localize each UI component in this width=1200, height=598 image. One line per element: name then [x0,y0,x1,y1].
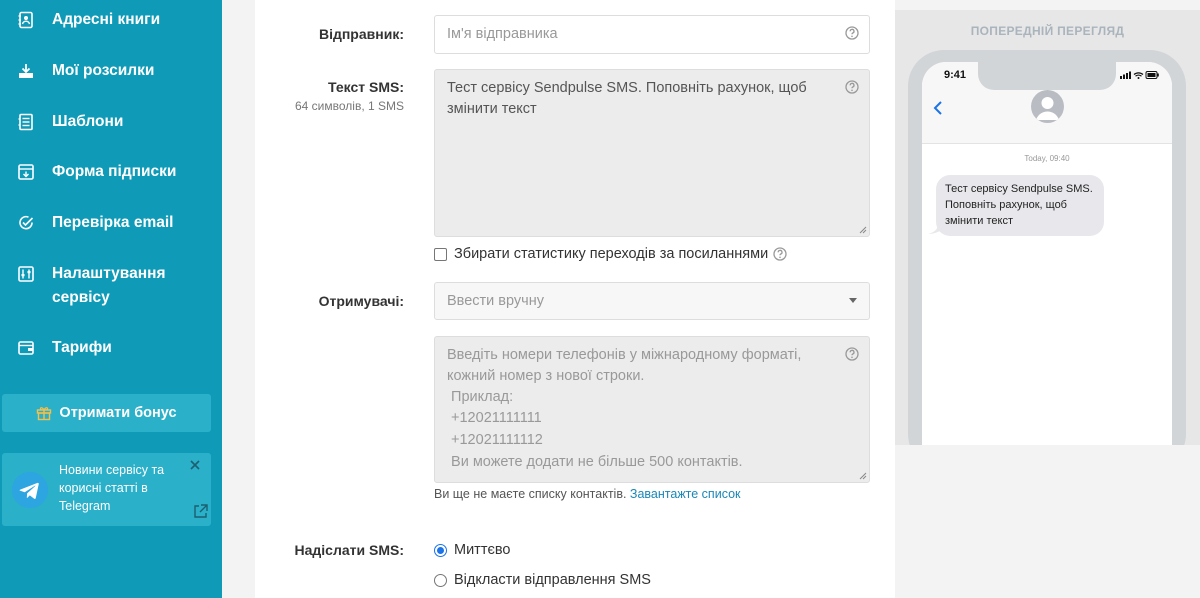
phone-frame: 9:41 Today, 09:40 Тест сервісу Sendpulse… [908,50,1186,445]
sidebar-item-label: Форма підписки [52,163,177,180]
sender-label: Відправник: [318,26,404,42]
no-contacts-hint: Ви ще не маєте списку контактів. Заванта… [434,487,741,501]
settings-sliders-icon [17,265,35,283]
help-icon[interactable] [773,247,787,261]
resize-handle-icon[interactable] [859,226,867,234]
message-bubble: Тест сервісу Sendpulse SMS. Поповніть ра… [936,175,1104,236]
help-icon[interactable] [845,26,859,40]
phone-screen: 9:41 Today, 09:40 Тест сервісу Sendpulse… [922,62,1172,445]
recipients-select-value: Ввести вручну [447,293,544,309]
subscription-form-icon [17,163,35,181]
sidebar-item-label: Шаблони [52,113,124,130]
send-later-label: Відкласти відправлення SMS [454,572,651,588]
phones-placeholder-line: Ви можете додати не більше 500 контактів… [447,454,743,470]
message-timestamp: Today, 09:40 [1024,154,1070,163]
telegram-promo-text: Новини сервісу та корисні статті в Teleg… [59,463,165,513]
campaigns-icon [17,62,35,80]
phones-placeholder-line: Введіть номери телефонів у міжнародному … [447,347,802,363]
sms-text-label: Текст SMS: [328,79,404,95]
sms-text-area[interactable]: Тест сервісу Sendpulse SMS. Поповніть ра… [434,69,870,237]
get-bonus-label: Отримати бонус [59,405,177,421]
sidebar-item-label: Адресні книги [52,11,161,28]
recipients-label: Отримувачі: [318,293,404,309]
send-later-radio[interactable] [434,573,447,587]
sms-text-value: Тест сервісу Sendpulse SMS. Поповніть ра… [447,80,807,117]
help-icon[interactable] [845,80,859,94]
get-bonus-button[interactable]: Отримати бонус [2,394,211,432]
phones-placeholder-line: Приклад: [447,389,514,405]
phone-numbers-textarea[interactable]: Введіть номери телефонів у міжнародному … [434,336,870,483]
sidebar-item-label: Налаштування сервісу [52,265,166,306]
help-icon[interactable] [845,347,859,361]
external-link-icon[interactable] [192,503,209,520]
send-now-radio[interactable] [434,543,447,557]
track-links-label: Збирати статистику переходів за посиланн… [454,246,769,262]
phone-notch [978,62,1116,90]
phones-placeholder-line: кожний номер з нової строки. [447,368,645,384]
send-now-label: Миттєво [454,542,511,558]
sidebar-item-label: Перевірка email [52,214,174,231]
sms-counter: 64 символів, 1 SMS [294,99,404,113]
no-contacts-text: Ви ще не маєте списку контактів. [434,487,627,501]
templates-icon [17,113,35,131]
sidebar-item-label: Тарифи [52,339,112,356]
back-chevron-icon[interactable] [932,100,944,116]
sidebar: Адресні книги Мої розсилки Шаблони Форма… [0,0,222,598]
sender-input[interactable]: Ім'я відправника [434,15,870,54]
track-links-checkbox-row[interactable]: Збирати статистику переходів за посиланн… [434,246,787,262]
preview-title: ПОПЕРЕДНІЙ ПЕРЕГЛЯД [970,24,1125,38]
send-now-option[interactable]: Миттєво [434,542,510,558]
sms-preview-panel: ПОПЕРЕДНІЙ ПЕРЕГЛЯД 9:41 Today, 09:40 Те… [895,10,1200,445]
wallet-icon [17,339,35,357]
phone-time: 9:41 [944,69,967,81]
phones-placeholder-line: +12021111111 [447,410,542,426]
email-check-icon [17,214,35,232]
sender-placeholder: Ім'я відправника [447,26,558,42]
resize-handle-icon[interactable] [859,472,867,480]
chevron-down-icon [849,298,857,303]
track-links-checkbox[interactable] [434,247,447,261]
sms-campaign-form: Відправник: Ім'я відправника Текст SMS: … [255,0,895,598]
gift-icon [37,407,52,421]
phones-placeholder-line: +12021111112 [447,432,543,448]
upload-list-link[interactable]: Завантажте список [630,487,741,501]
send-later-option[interactable]: Відкласти відправлення SMS [434,572,651,588]
contact-avatar [1031,90,1064,123]
telegram-icon [12,472,48,508]
status-bar-icons [1120,71,1159,79]
sidebar-item-label: Мої розсилки [52,62,155,79]
telegram-promo-card[interactable]: Новини сервісу та корисні статті в Teleg… [2,453,211,526]
send-sms-label: Надіслати SMS: [294,542,405,558]
close-icon[interactable] [188,458,202,472]
recipients-select[interactable]: Ввести вручну [434,282,870,320]
address-book-icon [17,11,35,29]
